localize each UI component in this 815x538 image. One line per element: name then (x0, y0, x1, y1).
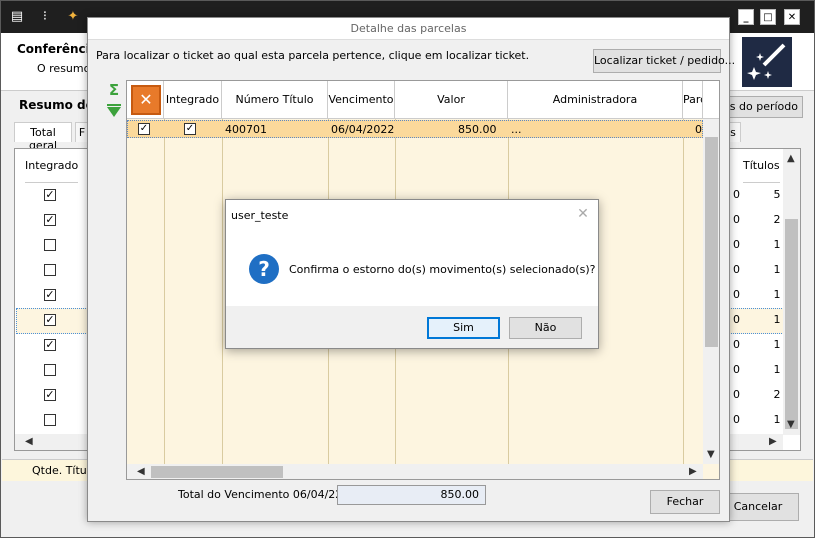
summary-row-checkbox[interactable]: ✓ (44, 289, 56, 301)
confirm-message: Confirma o estorno do(s) movimento(s) se… (289, 263, 596, 276)
magic-wand-icon (742, 37, 792, 87)
total-value-field: 850.00 (337, 485, 486, 505)
confirm-dialog: user_teste ✕ ? Confirma o estorno do(s) … (225, 199, 599, 349)
window-menu-icon[interactable]: ▤ (9, 9, 25, 25)
summary-row-partial-value: 0 (733, 313, 740, 326)
scroll-down-icon[interactable]: ▼ (707, 449, 715, 460)
summary-row-titulos: 1 (773, 363, 781, 376)
summary-row-titulos: 1 (773, 413, 781, 426)
no-button[interactable]: Não (509, 317, 582, 339)
main-header-subtitle: O resumo (37, 62, 91, 75)
column-divider (164, 119, 165, 479)
confirm-dialog-title: user_teste (231, 209, 289, 222)
wrench-icon[interactable]: ✦ (65, 9, 81, 25)
summary-row-titulos: 5 (773, 188, 781, 201)
summary-row-titulos: 1 (773, 288, 781, 301)
summary-row-titulos: 2 (773, 213, 781, 226)
locate-ticket-button[interactable]: Localizar ticket / pedido... (593, 49, 735, 73)
summary-row-partial-value: 0 (733, 413, 740, 426)
close-icon[interactable]: ✕ (784, 9, 800, 25)
column-numero-titulo[interactable]: Número Título (222, 81, 328, 119)
cell-vencimento: 06/04/2022 (331, 123, 395, 136)
arrow-down-icon[interactable] (106, 104, 122, 118)
summary-row-partial-value: 0 (733, 388, 740, 401)
tools-column: ✕ (127, 81, 164, 119)
traffic-light-icon[interactable]: ⁝ (37, 9, 53, 25)
summary-row-checkbox[interactable]: ✓ (44, 339, 56, 351)
cell-parcela: 0 (695, 123, 702, 136)
close-icon[interactable]: ✕ (576, 207, 590, 221)
summary-row-partial-value: 0 (733, 213, 740, 226)
summary-row-partial-value: 0 (733, 238, 740, 251)
cell-valor: 850.00 (458, 123, 497, 136)
period-button[interactable]: os do período (721, 96, 803, 118)
summary-row-checkbox[interactable] (44, 414, 56, 426)
summary-row-checkbox[interactable] (44, 264, 56, 276)
summary-row-checkbox[interactable] (44, 239, 56, 251)
summary-row-titulos: 2 (773, 388, 781, 401)
summary-row-partial-value: 0 (733, 338, 740, 351)
column-divider (683, 119, 684, 479)
summary-row-titulos: 1 (773, 338, 781, 351)
summary-row-partial-value: 0 (733, 188, 740, 201)
summary-row-checkbox[interactable] (44, 364, 56, 376)
column-vencimento[interactable]: Vencimento (328, 81, 395, 119)
scroll-down-icon[interactable]: ▼ (787, 419, 795, 430)
column-administradora[interactable]: Administradora (508, 81, 683, 119)
tab-total-geral[interactable]: Total geral (14, 122, 72, 152)
maximize-icon[interactable]: □ (760, 9, 776, 25)
scroll-thumb[interactable] (705, 137, 718, 347)
column-integrado[interactable]: Integrado (164, 81, 222, 119)
cell-numero-titulo: 400701 (225, 123, 267, 136)
summary-row-titulos: 1 (773, 238, 781, 251)
summary-row-checkbox[interactable]: ✓ (44, 214, 56, 226)
summary-vertical-scrollbar[interactable]: ▲ ▼ (783, 149, 800, 435)
column-valor[interactable]: Valor (395, 81, 508, 119)
row-select-checkbox[interactable]: ✓ (138, 123, 150, 135)
main-header-title: Conferência (17, 42, 98, 56)
summary-row-checkbox[interactable]: ✓ (44, 314, 56, 326)
minimize-icon[interactable]: _ (738, 9, 754, 25)
tools-icon[interactable]: ✕ (131, 85, 161, 115)
scroll-right-icon[interactable]: ▶ (769, 436, 777, 447)
summary-row-titulos: 1 (773, 313, 781, 326)
scroll-up-icon[interactable]: ▲ (787, 153, 795, 164)
summary-row-partial-value: 0 (733, 263, 740, 276)
installments-horizontal-scrollbar[interactable]: ◀ ▶ (127, 464, 703, 479)
scroll-left-icon[interactable]: ◀ (25, 436, 33, 447)
cell-administradora: ... (511, 123, 522, 136)
question-glyph: ? (258, 257, 270, 281)
column-divider (222, 119, 223, 479)
summary-row-checkbox[interactable]: ✓ (44, 389, 56, 401)
total-label: Total do Vencimento 06/04/22: (178, 488, 347, 501)
sigma-icon[interactable]: Σ (106, 82, 122, 98)
summary-label: Resumo de (19, 98, 94, 112)
yes-button[interactable]: Sim (427, 317, 500, 339)
installments-grid-header: ✕ Integrado Número Título Vencimento Val… (127, 81, 719, 119)
confirm-dialog-footer: Sim Não (226, 306, 598, 348)
summary-column-titulos[interactable]: Títulos (743, 149, 780, 183)
detail-instructions: Para localizar o ticket ao qual esta par… (96, 49, 530, 62)
scroll-left-icon[interactable]: ◀ (137, 466, 145, 477)
close-button[interactable]: Fechar (650, 490, 720, 514)
row-integrado-checkbox[interactable]: ✓ (184, 123, 196, 135)
scroll-thumb[interactable] (785, 219, 798, 429)
scroll-thumb[interactable] (151, 466, 283, 478)
installments-vertical-scrollbar[interactable]: ▼ (703, 119, 719, 464)
summary-row-titulos: 1 (773, 263, 781, 276)
scroll-right-icon[interactable]: ▶ (689, 466, 697, 477)
column-parcela[interactable]: Parc (683, 81, 703, 119)
summary-column-integrado[interactable]: Integrado (25, 149, 79, 183)
summary-row-partial-value: 0 (733, 363, 740, 376)
question-icon: ? (248, 253, 280, 285)
summary-row-partial-value: 0 (733, 288, 740, 301)
summary-row-checkbox[interactable]: ✓ (44, 189, 56, 201)
installment-row[interactable]: ✓ ✓ 400701 06/04/2022 850.00 ... 0 (127, 120, 703, 138)
detail-dialog-title: Detalhe das parcelas (88, 18, 729, 40)
